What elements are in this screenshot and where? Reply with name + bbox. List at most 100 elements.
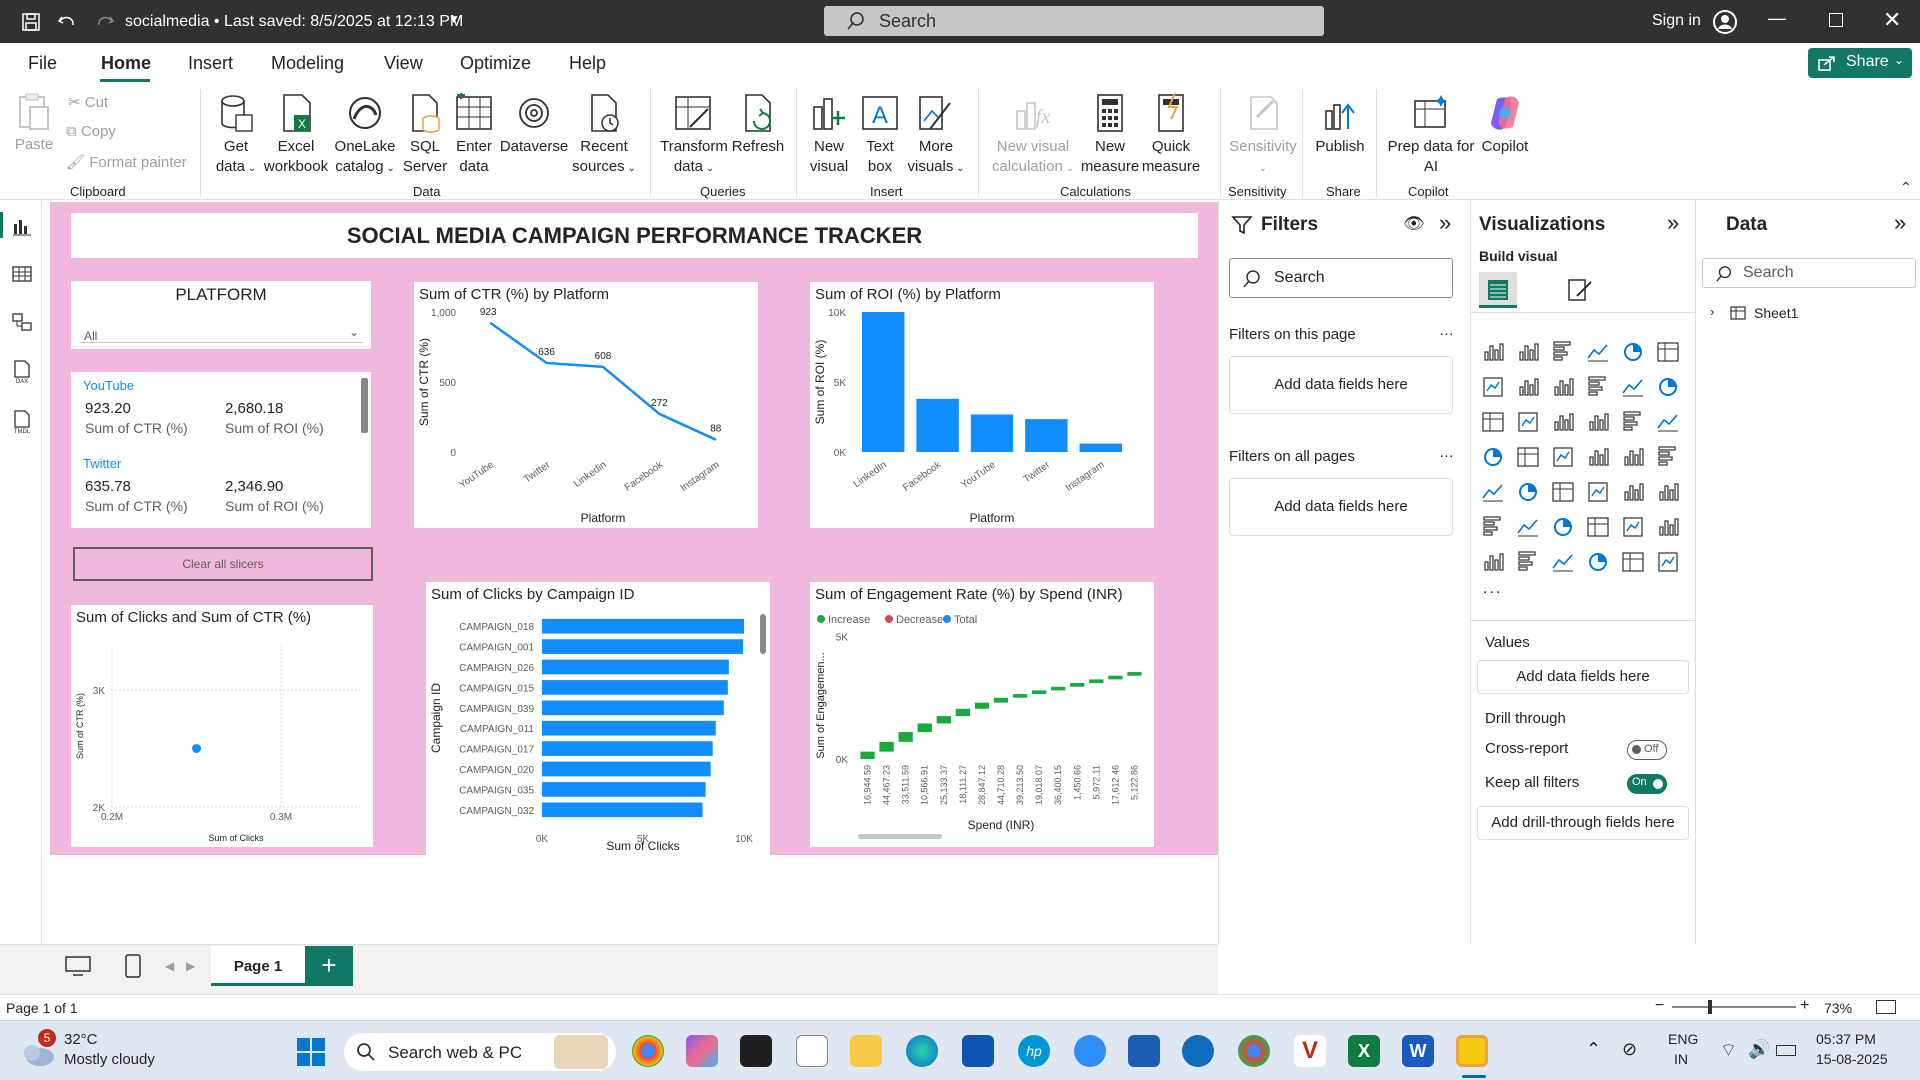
- eye-icon[interactable]: 👁: [1403, 214, 1425, 234]
- menu-insert[interactable]: Insert: [188, 53, 233, 74]
- language-region[interactable]: IN: [1674, 1051, 1688, 1067]
- mobile-layout-icon[interactable]: [124, 953, 142, 979]
- ctr-by-platform-chart[interactable]: Sum of CTR (%) by Platform 1,000 500 0 Sum …: [414, 282, 758, 528]
- notepad-icon[interactable]: [796, 1035, 828, 1067]
- stacked-area-chart-icon[interactable]: [1551, 375, 1575, 399]
- get-data-button[interactable]: Get data ⌄: [208, 93, 264, 179]
- line-stacked-column-icon[interactable]: [1621, 375, 1645, 399]
- hp-icon[interactable]: hp: [1018, 1035, 1050, 1067]
- platform-metrics-card[interactable]: YouTube 923.20 Sum of CTR (%) 2,680.18 S…: [71, 372, 371, 528]
- collapse-visualizations-icon[interactable]: »: [1667, 210, 1679, 236]
- show-hidden-icons[interactable]: ⌃: [1586, 1039, 1601, 1060]
- slicer-icon[interactable]: [1551, 480, 1575, 504]
- multi-row-card-icon[interactable]: [1481, 480, 1505, 504]
- engagement-by-spend-chart[interactable]: Sum of Engagement Rate (%) by Spend (INR…: [810, 582, 1154, 847]
- account-icon[interactable]: [1712, 9, 1738, 35]
- platform-slicer[interactable]: PLATFORM All ⌄: [71, 281, 371, 349]
- undo-icon[interactable]: [56, 11, 78, 33]
- qa-visual-icon[interactable]: [1586, 515, 1610, 539]
- scatter-chart-icon[interactable]: [1586, 410, 1610, 434]
- enter-data-button[interactable]: Enter data: [450, 93, 498, 177]
- keep-all-filters-toggle[interactable]: On: [1627, 774, 1667, 794]
- treemap-icon[interactable]: [1481, 445, 1505, 469]
- azure-map-icon[interactable]: [1586, 445, 1610, 469]
- terminal-icon[interactable]: [740, 1035, 772, 1067]
- stacked-column-chart-icon[interactable]: [1516, 340, 1540, 364]
- metrics-icon[interactable]: [1656, 515, 1680, 539]
- table-view-icon[interactable]: [12, 264, 32, 284]
- save-icon[interactable]: [20, 11, 42, 33]
- excel-app-icon[interactable]: X: [1348, 1035, 1380, 1067]
- donut-chart-icon[interactable]: [1656, 410, 1680, 434]
- deneb-icon[interactable]: [1656, 550, 1680, 574]
- recent-sources-button[interactable]: Recent sources ⌄: [568, 93, 640, 179]
- all-pages-filters-dropzone[interactable]: Add data fields here: [1229, 478, 1453, 536]
- word-app-icon[interactable]: W: [1402, 1035, 1434, 1067]
- dax-query-view-icon[interactable]: DAX: [12, 360, 32, 384]
- paste-button[interactable]: Paste: [12, 93, 56, 155]
- sign-in-link[interactable]: Sign in: [1652, 12, 1701, 30]
- taskbar-search[interactable]: Search web & PC: [344, 1033, 616, 1071]
- volume-icon[interactable]: 🔊: [1748, 1039, 1770, 1060]
- copilot-app-icon[interactable]: [686, 1035, 718, 1067]
- arcgis-map-icon[interactable]: [1586, 550, 1610, 574]
- refresh-button[interactable]: Refresh: [730, 93, 786, 157]
- map-icon[interactable]: [1516, 445, 1540, 469]
- menu-view[interactable]: View: [384, 53, 423, 74]
- desktop-layout-icon[interactable]: [64, 955, 92, 977]
- model-view-icon[interactable]: [12, 312, 32, 332]
- fit-to-page-icon[interactable]: [1876, 1000, 1896, 1014]
- next-page-icon[interactable]: ▶: [186, 959, 195, 973]
- onelake-catalog-button[interactable]: OneLake catalog ⌄: [333, 93, 397, 179]
- chart-scrollbar[interactable]: [760, 614, 766, 654]
- clustered-bar-chart-icon[interactable]: [1551, 340, 1575, 364]
- data-search-input[interactable]: Search: [1702, 258, 1916, 288]
- cross-report-toggle[interactable]: Off: [1627, 740, 1667, 760]
- document-title[interactable]: socialmedia • Last saved: 8/5/2025 at 12…: [125, 13, 463, 31]
- zoom-slider-thumb[interactable]: [1708, 1000, 1712, 1014]
- windows-start-icon[interactable]: [296, 1037, 326, 1067]
- 100-percent-column-chart-icon[interactable]: [1656, 340, 1680, 364]
- power-bi-app-icon[interactable]: [1456, 1035, 1488, 1067]
- chart-scrollbar[interactable]: [858, 834, 942, 839]
- tmdl-view-icon[interactable]: TMDL: [12, 410, 32, 434]
- menu-optimize[interactable]: Optimize: [460, 53, 531, 74]
- fabric-icon[interactable]: [1621, 550, 1645, 574]
- collapse-filters-icon[interactable]: »: [1439, 210, 1451, 236]
- line-chart-icon[interactable]: [1481, 375, 1505, 399]
- filled-map-icon[interactable]: [1551, 445, 1575, 469]
- power-automate-icon[interactable]: [1551, 550, 1575, 574]
- filters-search-input[interactable]: Search: [1229, 258, 1453, 298]
- python-visual-icon[interactable]: [1481, 515, 1505, 539]
- file-explorer-icon[interactable]: [850, 1035, 882, 1067]
- funnel-chart-icon[interactable]: [1551, 410, 1575, 434]
- 100-percent-area-chart-icon[interactable]: [1586, 375, 1610, 399]
- key-influencers-icon[interactable]: [1516, 515, 1540, 539]
- sensitivity-button[interactable]: Sensitivity ⌄: [1226, 93, 1300, 179]
- ribbon-chart-icon[interactable]: [1481, 410, 1505, 434]
- menu-file[interactable]: File: [28, 53, 57, 74]
- pie-chart-icon[interactable]: [1621, 410, 1645, 434]
- line-clustered-column-icon[interactable]: [1656, 375, 1680, 399]
- smart-narrative-icon[interactable]: [1621, 515, 1645, 539]
- page-filters-dropzone[interactable]: Add data fields here: [1229, 356, 1453, 414]
- matrix-icon[interactable]: [1621, 480, 1645, 504]
- clicks-ctr-scatter-chart[interactable]: Sum of Clicks and Sum of CTR (%) 3K 2K 0.2…: [71, 605, 373, 847]
- card-scrollbar[interactable]: [361, 378, 368, 433]
- roi-by-platform-chart[interactable]: Sum of ROI (%) by Platform 10K 5K 0K Sum of…: [810, 282, 1154, 528]
- zoom-out-button[interactable]: −: [1655, 997, 1664, 1015]
- excel-workbook-button[interactable]: X Excel workbook: [262, 93, 330, 177]
- copy-button[interactable]: ⧉ Copy: [66, 123, 116, 140]
- report-view-icon[interactable]: [12, 216, 32, 236]
- table-item-sheet1[interactable]: › Sheet1: [1710, 304, 1890, 326]
- chevron-down-icon[interactable]: ▼: [448, 12, 460, 26]
- maximize-button[interactable]: [1829, 13, 1843, 27]
- new-measure-button[interactable]: New measure: [1080, 93, 1140, 177]
- language-code[interactable]: ENG: [1668, 1031, 1698, 1047]
- chrome-icon[interactable]: [632, 1035, 664, 1067]
- 100-percent-bar-chart-icon[interactable]: [1621, 340, 1645, 364]
- text-box-button[interactable]: A Text box: [856, 93, 904, 177]
- more-options-icon[interactable]: …: [1439, 322, 1454, 339]
- vlc-icon[interactable]: V: [1294, 1035, 1326, 1067]
- search-bar[interactable]: Search: [824, 6, 1324, 36]
